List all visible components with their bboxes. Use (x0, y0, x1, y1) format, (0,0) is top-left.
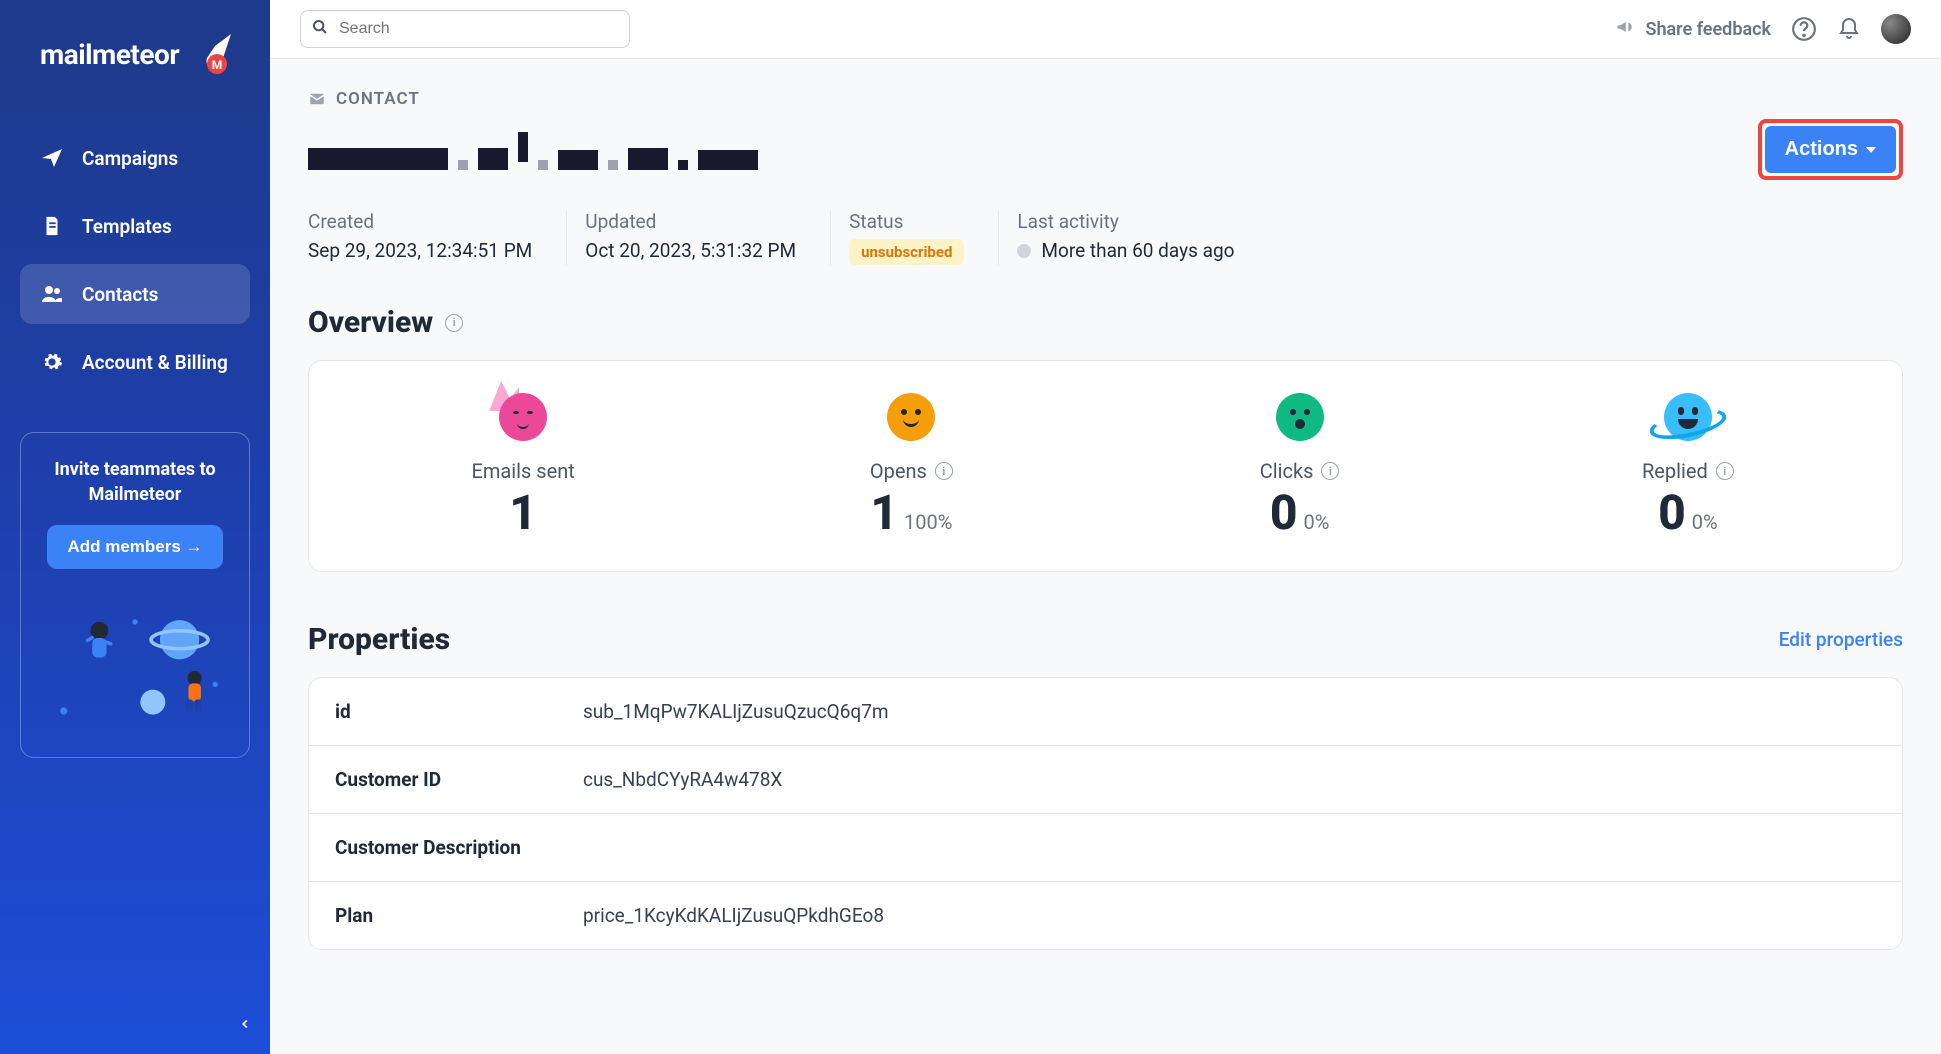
search-input[interactable] (300, 10, 630, 48)
share-feedback-button[interactable]: Share feedback (1615, 17, 1771, 42)
overview-card: Emails sent 1 Opensi 1100% Clicksi 00% R… (308, 360, 1903, 572)
properties-title: Properties (308, 622, 450, 657)
people-icon (40, 282, 64, 306)
sidebar-item-account-billing[interactable]: Account & Billing (20, 332, 250, 392)
yellow-face-icon (887, 393, 935, 441)
contact-title-redacted (308, 130, 758, 170)
property-row: Plan price_1KcyKdKALIjZusuQPkdhGEo8 (309, 882, 1902, 949)
property-row: id sub_1MqPw7KALIjZusuQzucQ6q7m (309, 678, 1902, 746)
properties-table: id sub_1MqPw7KALIjZusuQzucQ6q7m Customer… (308, 677, 1903, 950)
sidebar-item-label: Contacts (82, 283, 158, 306)
brand-logo[interactable]: mailmeteor M (20, 30, 250, 78)
gear-icon (40, 350, 64, 374)
brand-name: mailmeteor (40, 38, 179, 71)
sidebar-item-contacts[interactable]: Contacts (20, 264, 250, 324)
stat-emails-sent: Emails sent 1 (329, 389, 717, 537)
document-icon (40, 214, 64, 238)
megaphone-icon (1615, 17, 1635, 42)
actions-button[interactable]: Actions (1765, 126, 1896, 173)
bell-icon[interactable] (1837, 17, 1861, 41)
help-icon[interactable] (1791, 16, 1817, 42)
property-row: Customer ID cus_NbdCYyRA4w478X (309, 746, 1902, 814)
info-icon[interactable]: i (1716, 462, 1734, 480)
info-icon[interactable]: i (445, 314, 463, 332)
avatar[interactable] (1881, 14, 1911, 44)
invite-illustration (37, 587, 233, 737)
edit-properties-link[interactable]: Edit properties (1779, 628, 1903, 651)
green-face-icon (1276, 393, 1324, 441)
stat-clicks: Clicksi 00% (1106, 389, 1494, 537)
planet-face-icon (1664, 393, 1712, 441)
topbar: Share feedback (270, 0, 1941, 59)
meta-status: Status unsubscribed (849, 210, 999, 265)
search-icon (312, 19, 328, 39)
info-icon[interactable]: i (935, 462, 953, 480)
add-members-button[interactable]: Add members → (47, 525, 222, 569)
sidebar-item-label: Campaigns (82, 147, 178, 170)
mail-icon (308, 90, 326, 108)
property-row: Customer Description (309, 814, 1902, 882)
send-icon (40, 146, 64, 170)
svg-text:M: M (212, 58, 223, 72)
main: Share feedback CONTACT (270, 0, 1941, 1054)
meta-last-activity: Last activity More than 60 days ago (1017, 210, 1268, 265)
sidebar-collapse-toggle[interactable] (238, 1015, 252, 1036)
overview-title: Overview i (308, 305, 1903, 340)
sidebar-item-campaigns[interactable]: Campaigns (20, 128, 250, 188)
sidebar-item-label: Templates (82, 215, 172, 238)
invite-card: Invite teammates to Mailmeteor Add membe… (20, 432, 250, 758)
chevron-down-icon (1866, 147, 1876, 153)
sidebar-item-templates[interactable]: Templates (20, 196, 250, 256)
pink-face-icon (499, 393, 547, 441)
sidebar-item-label: Account & Billing (82, 351, 228, 374)
meta-updated: Updated Oct 20, 2023, 5:31:32 PM (585, 210, 831, 265)
sidebar-nav: Campaigns Templates Contacts Account & B… (20, 128, 250, 392)
content: CONTACT Actions (270, 59, 1941, 980)
sidebar: mailmeteor M Campaigns Templates Contact… (0, 0, 270, 1054)
actions-button-highlight: Actions (1758, 119, 1903, 180)
breadcrumb: CONTACT (308, 89, 1903, 109)
stat-opens: Opensi 1100% (717, 389, 1105, 537)
status-badge: unsubscribed (849, 239, 964, 265)
meta-created: Created Sep 29, 2023, 12:34:51 PM (308, 210, 567, 265)
info-icon[interactable]: i (1321, 462, 1339, 480)
meteor-icon: M (187, 30, 235, 78)
activity-dot-icon (1017, 244, 1031, 258)
meta-row: Created Sep 29, 2023, 12:34:51 PM Update… (308, 210, 1903, 265)
stat-replied: Repliedi 00% (1494, 389, 1882, 537)
invite-title: Invite teammates to Mailmeteor (37, 457, 233, 507)
